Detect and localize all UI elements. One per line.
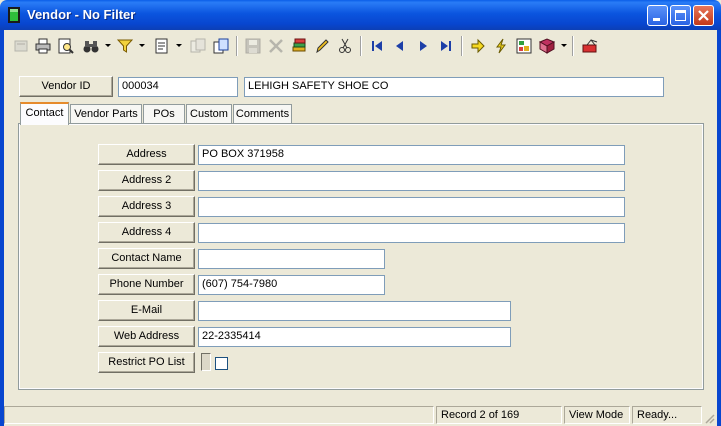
contact-name-button[interactable]: Contact Name: [98, 248, 195, 269]
binoculars-icon: [83, 41, 99, 53]
title-bar[interactable]: Vendor - No Filter: [0, 0, 721, 30]
vendor-header: Vendor ID 000034 LEHIGH SAFETY SHOE CO: [18, 72, 704, 102]
edit-button[interactable]: [311, 35, 333, 57]
vendor-id-field[interactable]: 000034: [118, 77, 238, 97]
copy-button[interactable]: [187, 35, 209, 57]
toolbar: [4, 30, 717, 62]
preview-button[interactable]: [55, 35, 77, 57]
tab-contact[interactable]: Contact: [20, 102, 69, 125]
close-button[interactable]: [693, 5, 714, 26]
duplicate-button[interactable]: [210, 35, 232, 57]
phone-number-field[interactable]: (607) 754-7980: [198, 275, 385, 295]
web-address-field[interactable]: 22-2335414: [198, 327, 511, 347]
address-2-button[interactable]: Address 2: [98, 170, 195, 191]
email-field[interactable]: [198, 301, 511, 321]
filter-dropdown-arrow[interactable]: [139, 44, 145, 47]
tab-pos[interactable]: POs: [143, 104, 185, 123]
filter-button[interactable]: [114, 35, 136, 57]
pencil-icon: [316, 39, 329, 54]
first-record-button[interactable]: [366, 35, 388, 57]
report-icon: [155, 38, 168, 54]
delete-button[interactable]: [265, 35, 287, 57]
print-icon: [35, 38, 51, 54]
next-record-button[interactable]: [412, 35, 434, 57]
toolbar-separator: [461, 36, 463, 56]
report-button[interactable]: [151, 35, 173, 57]
window-title: Vendor - No Filter: [27, 7, 136, 22]
find-dropdown-arrow[interactable]: [105, 44, 111, 47]
new-button[interactable]: [10, 35, 32, 57]
toolbar-separator: [360, 36, 362, 56]
stack-icon: [292, 38, 306, 52]
find-button[interactable]: [80, 35, 102, 57]
toolbar-separator: [236, 36, 238, 56]
lookup-icon: [516, 38, 532, 54]
web-address-button[interactable]: Web Address: [98, 326, 195, 347]
window-frame-left: [0, 30, 4, 426]
status-bar: Record 2 of 169 View Mode Ready...: [4, 404, 717, 426]
email-button[interactable]: E-Mail: [98, 300, 195, 321]
next-record-icon: [420, 41, 427, 51]
cut-button[interactable]: [334, 35, 356, 57]
status-panel-empty: [4, 406, 434, 424]
restrict-po-list-checkbox[interactable]: [215, 357, 228, 370]
phone-number-button[interactable]: Phone Number: [98, 274, 195, 295]
lightning-icon: [496, 38, 506, 54]
status-record: Record 2 of 169: [436, 406, 562, 424]
prev-record-button[interactable]: [389, 35, 411, 57]
exit-icon: [582, 39, 598, 53]
toolbar-separator: [572, 36, 574, 56]
vendor-id-button[interactable]: Vendor ID: [19, 76, 113, 97]
contact-name-field[interactable]: [198, 249, 385, 269]
address-button[interactable]: Address: [98, 144, 195, 165]
minimize-button[interactable]: [647, 5, 668, 26]
close-icon: [698, 10, 709, 21]
arrow-right-icon: [471, 38, 485, 54]
last-record-button[interactable]: [435, 35, 457, 57]
address-3-field[interactable]: [198, 197, 625, 217]
prev-record-icon: [396, 41, 403, 51]
address-4-field[interactable]: [198, 223, 625, 243]
first-record-icon: [372, 41, 382, 51]
goto-button[interactable]: [467, 35, 489, 57]
status-mode: View Mode: [564, 406, 630, 424]
book-icon: [539, 38, 555, 54]
address-3-button[interactable]: Address 3: [98, 196, 195, 217]
last-record-icon: [441, 41, 451, 51]
tab-vendor-parts[interactable]: Vendor Parts: [70, 104, 142, 123]
scissors-icon: [339, 38, 351, 53]
book-dropdown-arrow[interactable]: [561, 44, 567, 47]
restrict-po-list-button[interactable]: Restrict PO List: [98, 352, 195, 373]
restrict-po-list-toggle[interactable]: [201, 353, 211, 371]
status-state: Ready...: [632, 406, 702, 424]
exit-button[interactable]: [579, 35, 601, 57]
quick-action-button[interactable]: [490, 35, 512, 57]
address-2-field[interactable]: [198, 171, 625, 191]
window-frame-right: [717, 30, 721, 426]
vendor-name-field[interactable]: LEHIGH SAFETY SHOE CO: [244, 77, 664, 97]
lookup-button[interactable]: [513, 35, 535, 57]
new-icon: [14, 40, 28, 52]
stack-button[interactable]: [288, 35, 310, 57]
address-field[interactable]: PO BOX 371958: [198, 145, 625, 165]
preview-icon: [58, 38, 74, 54]
report-dropdown-arrow[interactable]: [176, 44, 182, 47]
tab-comments[interactable]: Comments: [233, 104, 292, 123]
book-button[interactable]: [536, 35, 558, 57]
duplicate-icon: [213, 38, 229, 54]
filter-icon: [117, 39, 133, 53]
print-button[interactable]: [32, 35, 54, 57]
save-icon: [245, 38, 261, 54]
address-4-button[interactable]: Address 4: [98, 222, 195, 243]
minimize-icon: [653, 18, 660, 21]
tab-custom[interactable]: Custom: [186, 104, 232, 123]
delete-icon: [269, 39, 283, 53]
maximize-button[interactable]: [670, 5, 691, 26]
maximize-icon: [675, 10, 686, 21]
app-icon: [8, 7, 20, 23]
resize-grip-icon[interactable]: [703, 412, 715, 424]
save-button[interactable]: [242, 35, 264, 57]
copy-icon: [190, 38, 206, 53]
